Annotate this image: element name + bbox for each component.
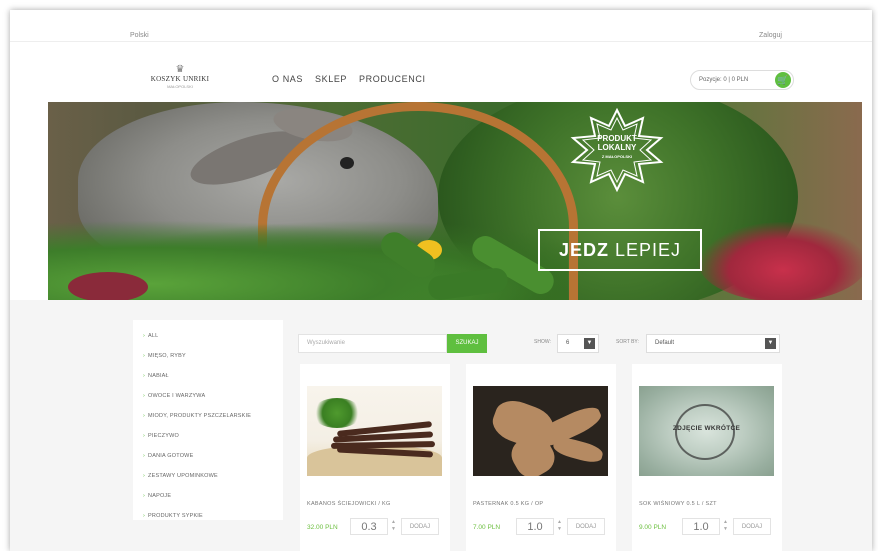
top-bar: Polski Zaloguj <box>10 10 872 42</box>
quantity-stepper-icon[interactable]: ▲ ▼ <box>722 519 729 534</box>
category-item[interactable]: › MIODY, PRODUKTY PSZCZELARSKIE <box>143 406 283 426</box>
nav-item-producers[interactable]: PRODUCENCI <box>359 74 426 84</box>
add-to-cart-button[interactable]: DODAJ <box>567 518 605 535</box>
chevron-right-icon: › <box>143 433 146 439</box>
chevron-right-icon: › <box>143 353 146 359</box>
quantity-input[interactable]: 1.0 <box>516 518 554 535</box>
add-to-cart-button[interactable]: DODAJ <box>401 518 439 535</box>
login-link[interactable]: Zaloguj <box>759 32 782 39</box>
chevron-right-icon: › <box>143 513 146 519</box>
cart-icon[interactable]: 🛒 <box>775 72 791 88</box>
local-product-badge: PRODUKT LOKALNY Z MAŁOPOLSKI <box>565 107 669 193</box>
search-button[interactable]: SZUKAJ <box>447 334 487 353</box>
category-item[interactable]: › ZESTAWY UPOMINKOWE <box>143 466 283 486</box>
quantity-stepper-icon[interactable]: ▲ ▼ <box>556 519 563 534</box>
product-card: PASTERNAK 0.5 KG / OP 7.00 PLN 1.0 ▲ ▼ DO… <box>466 364 616 551</box>
slogan-bold: JEDZ <box>558 240 609 260</box>
chevron-right-icon: › <box>143 373 146 379</box>
product-price: 7.00 PLN <box>473 524 501 531</box>
category-label: PIECZYWO <box>148 433 179 439</box>
parsnip-root <box>551 434 605 466</box>
category-label: PRODUKTY SYPKIE <box>148 513 203 519</box>
cart-summary[interactable]: Pozycje: 0 | 0 PLN 🛒 <box>690 70 794 90</box>
category-item[interactable]: › ALL <box>143 326 283 346</box>
nav-item-shop[interactable]: SKLEP <box>315 74 347 84</box>
chevron-right-icon: › <box>143 333 146 339</box>
cart-label: Pozycje: 0 | 0 PLN <box>699 77 749 83</box>
language-selector[interactable]: Polski <box>130 32 149 39</box>
logo-name: KOSZYK UNRIKI <box>150 75 210 83</box>
show-count-value: 6 <box>566 340 570 346</box>
placeholder-ring <box>675 404 735 460</box>
hero-slogan: JEDZ LEPIEJ <box>538 229 702 271</box>
category-label: OWOCE I WARZYWA <box>148 393 206 399</box>
badge-line-3: Z MAŁOPOLSKI <box>601 154 633 159</box>
chevron-right-icon: › <box>143 493 146 499</box>
badge-line-2: LOKALNY <box>597 143 637 152</box>
category-label: NAPOJE <box>148 493 172 499</box>
category-label: NABIAŁ <box>148 373 169 379</box>
image-coming-soon-text: ZDJĘCIE WKRÓTCE <box>672 425 741 432</box>
chevron-right-icon: › <box>143 453 146 459</box>
product-card: KABANOS ŚCIEJOWICKI / KG 32.00 PLN 0.3 ▲… <box>300 364 450 551</box>
badge-line-1: PRODUKT <box>597 134 637 143</box>
product-price: 9.00 PLN <box>639 524 667 531</box>
quantity-stepper-icon[interactable]: ▲ ▼ <box>390 519 397 534</box>
product-name[interactable]: KABANOS ŚCIEJOWICKI / KG <box>307 501 391 507</box>
show-label: SHOW: <box>534 339 551 345</box>
quantity-input[interactable]: 0.3 <box>350 518 388 535</box>
main-nav: O NAS SKLEP PRODUCENCI <box>272 74 426 84</box>
quantity-input[interactable]: 1.0 <box>682 518 720 535</box>
category-item[interactable]: › PIECZYWO <box>143 426 283 446</box>
chevron-down-icon[interactable]: ▼ <box>584 338 595 349</box>
hero-banner: PRODUKT LOKALNY Z MAŁOPOLSKI JEDZ LEPIEJ <box>48 102 862 300</box>
sort-by-label: SORT BY: <box>616 339 639 345</box>
sort-by-value: Default <box>655 340 675 346</box>
category-label: ALL <box>148 333 159 339</box>
category-label: ZESTAWY UPOMINKOWE <box>148 473 218 479</box>
chevron-down-icon[interactable]: ▼ <box>765 338 776 349</box>
browser-page: Polski Zaloguj ♛ KOSZYK UNRIKI MAŁOPOLSK… <box>10 10 872 551</box>
chard-image <box>698 222 862 300</box>
search-input[interactable]: Wyszukiwanie <box>298 334 447 353</box>
product-name[interactable]: PASTERNAK 0.5 KG / OP <box>473 501 543 507</box>
category-label: DANIA GOTOWE <box>148 453 194 459</box>
category-label: MIODY, PRODUKTY PSZCZELARSKIE <box>148 413 252 419</box>
site-logo[interactable]: ♛ KOSZYK UNRIKI MAŁOPOLSKI <box>148 65 212 95</box>
product-image[interactable] <box>473 386 608 476</box>
chevron-right-icon: › <box>143 413 146 419</box>
logo-tagline: MAŁOPOLSKI <box>167 84 193 89</box>
sort-by-select[interactable]: Default ▼ <box>646 334 780 353</box>
chevron-right-icon: › <box>143 393 146 399</box>
category-sidebar: › ALL › MIĘSO, RYBY › NABIAŁ › OWOCE I WARZY… <box>133 320 283 520</box>
category-item[interactable]: › MIĘSO, RYBY <box>143 346 283 366</box>
nav-item-about[interactable]: O NAS <box>272 74 303 84</box>
badge-text: PRODUKT LOKALNY Z MAŁOPOLSKI <box>565 134 669 161</box>
category-item[interactable]: › DANIA GOTOWE <box>143 446 283 466</box>
crown-icon: ♛ <box>175 64 185 75</box>
header: ♛ KOSZYK UNRIKI MAŁOPOLSKI O NAS SKLEP P… <box>10 43 872 101</box>
shop-content: › ALL › MIĘSO, RYBY › NABIAŁ › OWOCE I WARZY… <box>10 300 872 551</box>
slogan-rest: LEPIEJ <box>615 240 682 260</box>
product-price: 32.00 PLN <box>307 524 338 531</box>
category-item[interactable]: › NABIAŁ <box>143 366 283 386</box>
product-image[interactable] <box>307 386 442 476</box>
product-name[interactable]: SOK WIŚNIOWY 0.5 L / SZT <box>639 501 717 507</box>
product-image[interactable]: ZDJĘCIE WKRÓTCE <box>639 386 774 476</box>
beet-image <box>68 272 148 300</box>
add-to-cart-button[interactable]: DODAJ <box>733 518 771 535</box>
product-card: ZDJĘCIE WKRÓTCE SOK WIŚNIOWY 0.5 L / SZT… <box>632 364 782 551</box>
herb-garnish <box>312 398 362 428</box>
category-item[interactable]: › NAPOJE <box>143 486 283 506</box>
category-label: MIĘSO, RYBY <box>148 353 186 359</box>
category-item[interactable]: › PRODUKTY SYPKIE <box>143 506 283 526</box>
show-count-select[interactable]: 6 ▼ <box>557 334 599 353</box>
category-item[interactable]: › OWOCE I WARZYWA <box>143 386 283 406</box>
chevron-right-icon: › <box>143 473 146 479</box>
